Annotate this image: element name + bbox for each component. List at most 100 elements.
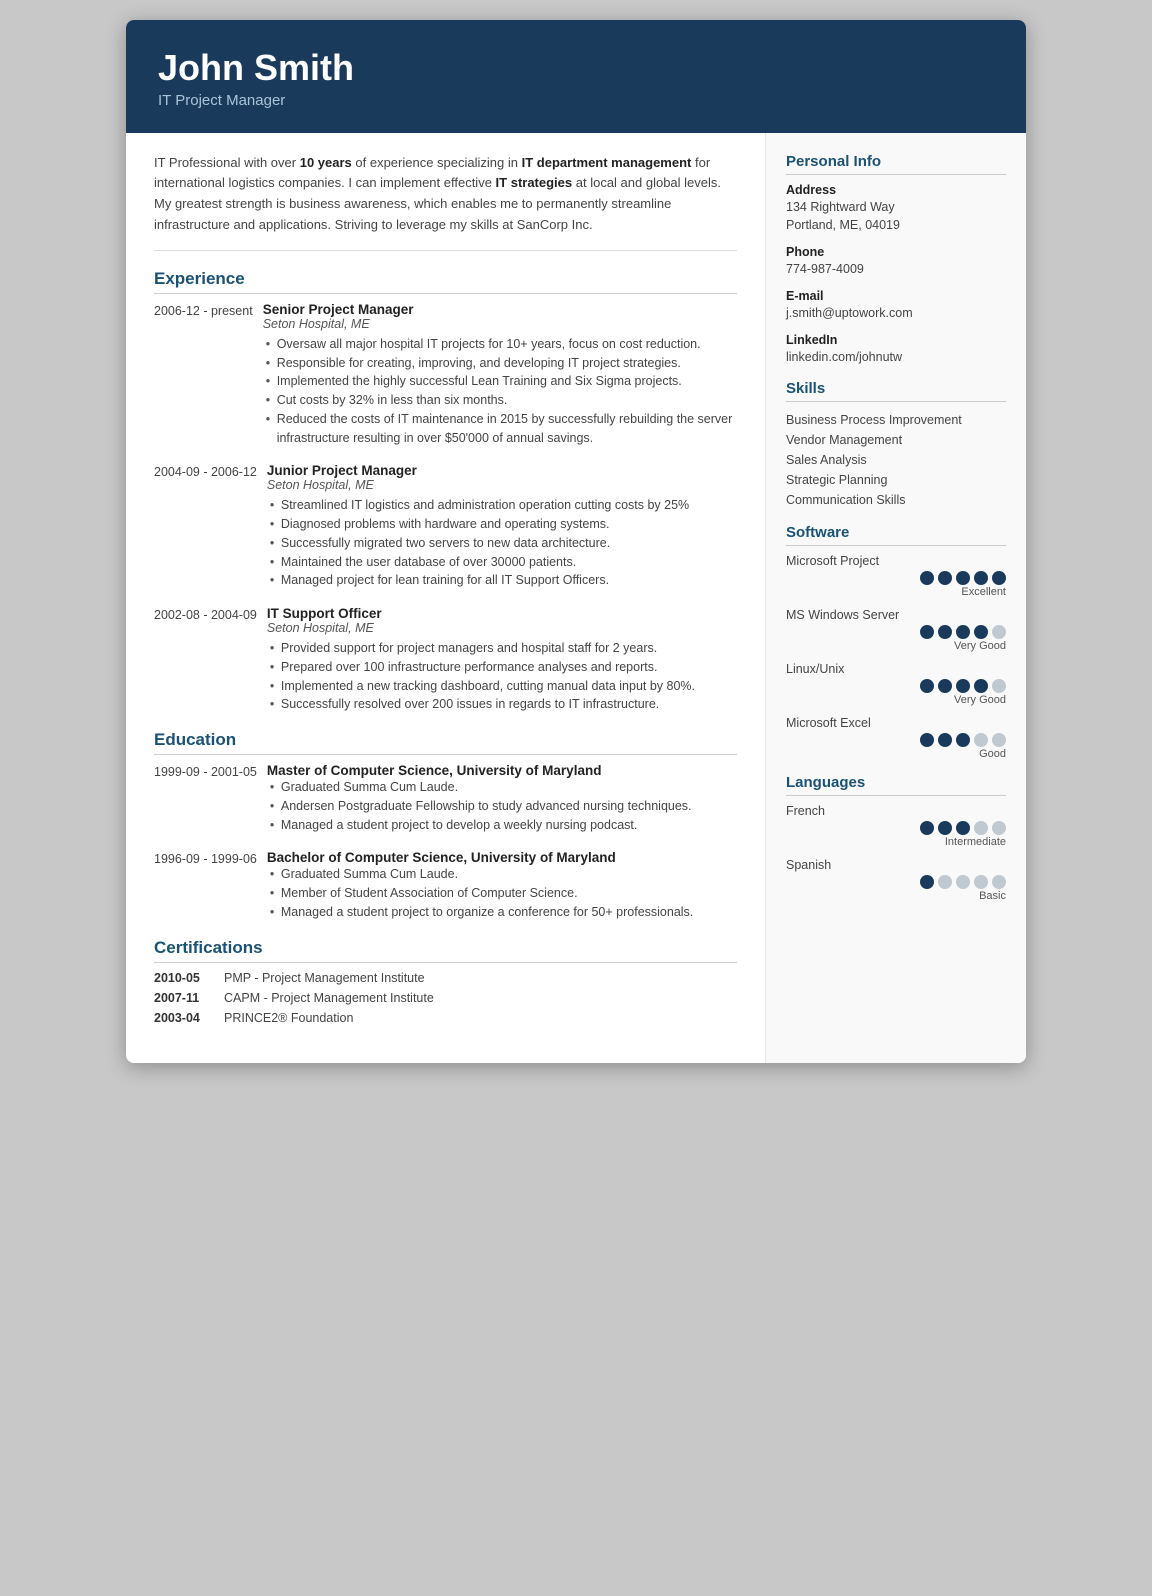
cert-name: PMP - Project Management Institute <box>224 971 425 985</box>
dots-row: Very Good <box>786 625 1006 652</box>
cert-item: 2007-11CAPM - Project Management Institu… <box>154 991 737 1005</box>
entry-item: 2002-08 - 2004-09IT Support OfficerSeton… <box>154 606 737 714</box>
dot-filled <box>938 821 952 835</box>
dot-empty <box>974 821 988 835</box>
entry-content: Bachelor of Computer Science, University… <box>267 850 737 921</box>
entry-title: Junior Project Manager <box>267 463 737 478</box>
cert-date: 2007-11 <box>154 991 224 1005</box>
dot-filled <box>920 821 934 835</box>
experience-section: Experience 2006-12 - presentSenior Proje… <box>154 269 737 714</box>
bullet-item: Member of Student Association of Compute… <box>267 884 737 903</box>
entry-date: 1996-09 - 1999-06 <box>154 850 267 921</box>
dot-filled <box>920 625 934 639</box>
dot-empty <box>974 733 988 747</box>
software-item: FrenchIntermediate <box>786 804 1006 848</box>
experience-heading: Experience <box>154 269 737 294</box>
dot-filled <box>956 821 970 835</box>
dot-filled <box>992 571 1006 585</box>
entry-subtitle: Seton Hospital, ME <box>263 317 737 331</box>
dot-empty <box>992 821 1006 835</box>
software-item: SpanishBasic <box>786 858 1006 902</box>
experience-entries: 2006-12 - presentSenior Project ManagerS… <box>154 302 737 714</box>
linkedin-block: LinkedIn linkedin.com/johnutw <box>786 333 1006 367</box>
cert-name: CAPM - Project Management Institute <box>224 991 434 1005</box>
software-name: Microsoft Excel <box>786 716 1006 730</box>
dots <box>920 679 1006 693</box>
dot-filled <box>956 679 970 693</box>
email-value: j.smith@uptowork.com <box>786 304 1006 323</box>
dot-filled <box>974 679 988 693</box>
linkedin-value: linkedin.com/johnutw <box>786 348 1006 367</box>
dot-empty <box>974 875 988 889</box>
entry-subtitle: Seton Hospital, ME <box>267 478 737 492</box>
bullet-item: Managed a student project to organize a … <box>267 903 737 922</box>
skill-item: Business Process Improvement <box>786 410 1006 430</box>
bullet-item: Streamlined IT logistics and administrat… <box>267 496 737 515</box>
resume-card: John Smith IT Project Manager IT Profess… <box>126 20 1026 1063</box>
languages-list: FrenchIntermediate SpanishBasic <box>786 804 1006 902</box>
bullet-item: Cut costs by 32% in less than six months… <box>263 391 737 410</box>
skill-item: Communication Skills <box>786 490 1006 510</box>
email-block: E-mail j.smith@uptowork.com <box>786 289 1006 323</box>
phone-label: Phone <box>786 245 1006 259</box>
dot-label: Intermediate <box>945 836 1006 848</box>
dots <box>920 571 1006 585</box>
software-item: Linux/Unix Very Good <box>786 662 1006 706</box>
skills-list: Business Process ImprovementVendor Manag… <box>786 410 1006 510</box>
dots-row: Very Good <box>786 679 1006 706</box>
entry-title: Bachelor of Computer Science, University… <box>267 850 737 865</box>
dot-label: Good <box>979 748 1006 760</box>
software-list: Microsoft ProjectExcellent MS Windows Ser… <box>786 554 1006 760</box>
dot-empty <box>956 875 970 889</box>
phone-value: 774-987-4009 <box>786 260 1006 279</box>
dot-empty <box>992 875 1006 889</box>
entry-subtitle: Seton Hospital, ME <box>267 621 737 635</box>
skill-item: Sales Analysis <box>786 450 1006 470</box>
certifications-section: Certifications 2010-05PMP - Project Mana… <box>154 938 737 1025</box>
entry-item: 1999-09 - 2001-05Master of Computer Scie… <box>154 763 737 834</box>
dot-filled <box>920 571 934 585</box>
software-item: MS Windows ServerVery Good <box>786 608 1006 652</box>
address-block: Address 134 Rightward Way Portland, ME, … <box>786 183 1006 236</box>
education-section: Education 1999-09 - 2001-05Master of Com… <box>154 730 737 922</box>
dots-row: Good <box>786 733 1006 760</box>
education-heading: Education <box>154 730 737 755</box>
entry-date: 1999-09 - 2001-05 <box>154 763 267 834</box>
dot-filled <box>938 733 952 747</box>
entry-bullets: Provided support for project managers an… <box>267 639 737 714</box>
address-line1: 134 Rightward Way <box>786 198 1006 217</box>
dot-filled <box>920 733 934 747</box>
dot-label: Very Good <box>954 640 1006 652</box>
skills-heading: Skills <box>786 380 1006 402</box>
dot-filled <box>956 733 970 747</box>
left-column: IT Professional with over 10 years of ex… <box>126 133 766 1063</box>
bullet-item: Prepared over 100 infrastructure perform… <box>267 658 737 677</box>
software-name: Linux/Unix <box>786 662 1006 676</box>
entry-content: IT Support OfficerSeton Hospital, ME Prov… <box>267 606 737 714</box>
entry-bullets: Oversaw all major hospital IT projects f… <box>263 335 737 448</box>
bullet-item: Graduated Summa Cum Laude. <box>267 865 737 884</box>
dot-empty <box>992 733 1006 747</box>
languages-heading: Languages <box>786 774 1006 796</box>
skill-item: Strategic Planning <box>786 470 1006 490</box>
dot-filled <box>974 571 988 585</box>
entry-title: IT Support Officer <box>267 606 737 621</box>
personal-info-heading: Personal Info <box>786 153 1006 175</box>
bullet-item: Responsible for creating, improving, and… <box>263 354 737 373</box>
summary-text: IT Professional with over 10 years of ex… <box>154 155 721 232</box>
dot-filled <box>920 679 934 693</box>
entry-item: 1996-09 - 1999-06Bachelor of Computer Sc… <box>154 850 737 921</box>
dots-row: Basic <box>786 875 1006 902</box>
entry-item: 2006-12 - presentSenior Project ManagerS… <box>154 302 737 448</box>
bullet-item: Oversaw all major hospital IT projects f… <box>263 335 737 354</box>
bullet-item: Managed a student project to develop a w… <box>267 816 737 835</box>
dot-empty <box>992 679 1006 693</box>
software-item: Microsoft ProjectExcellent <box>786 554 1006 598</box>
bullet-item: Andersen Postgraduate Fellowship to stud… <box>267 797 737 816</box>
summary-section: IT Professional with over 10 years of ex… <box>154 153 737 251</box>
dots <box>920 875 1006 889</box>
entry-date: 2002-08 - 2004-09 <box>154 606 267 714</box>
entry-content: Senior Project ManagerSeton Hospital, ME… <box>263 302 737 448</box>
skill-item: Vendor Management <box>786 430 1006 450</box>
cert-entries: 2010-05PMP - Project Management Institut… <box>154 971 737 1025</box>
